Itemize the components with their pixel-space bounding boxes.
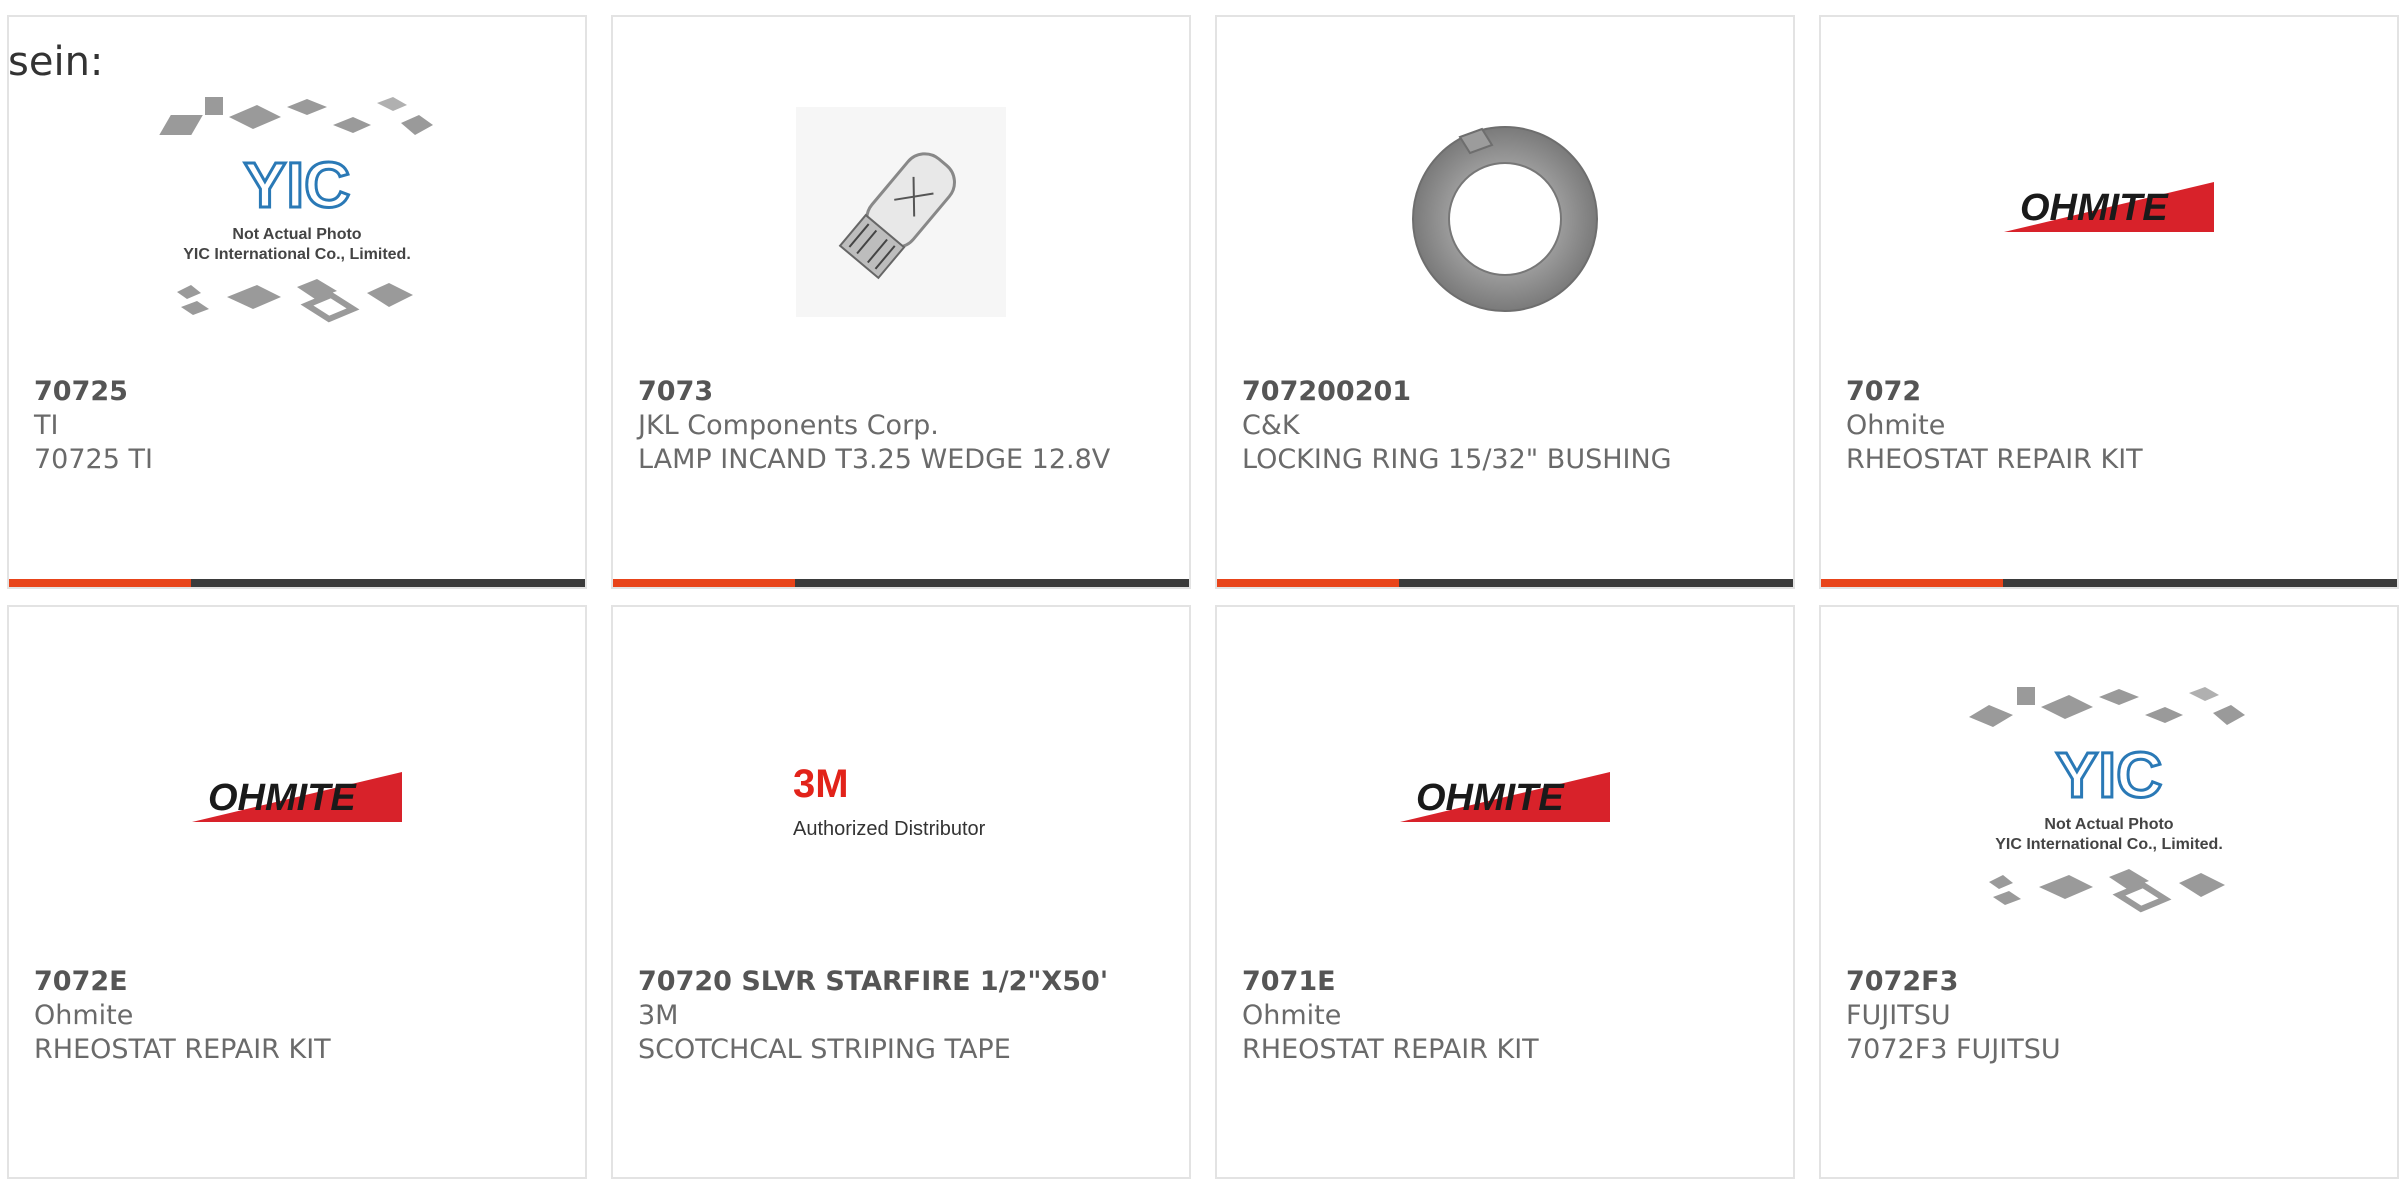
image-caption-line2: YIC International Co., Limited. [1995, 836, 2223, 853]
description: RHEOSTAT REPAIR KIT [1846, 444, 2143, 475]
product-card[interactable]: YIC Not Actual Photo YIC International C… [1819, 605, 2399, 1179]
card-bar [1821, 579, 2397, 587]
yic-placeholder-image: YIC Not Actual Photo YIC International C… [159, 97, 433, 323]
ohmite-logo-image: OHMITE [192, 772, 402, 822]
ohmite-logo: OHMITE [1416, 777, 1565, 819]
ohmite-logo-image: OHMITE [2004, 182, 2214, 232]
product-info: 7072 Ohmite RHEOSTAT REPAIR KIT [1846, 375, 2377, 477]
product-card[interactable]: 3M Authorized Distributor 70720 SLVR STA… [611, 605, 1191, 1179]
product-image[interactable]: YIC Not Actual Photo YIC International C… [1821, 647, 2397, 957]
wedge-lamp-image [796, 107, 1006, 317]
part-number[interactable]: 707200201 [1242, 375, 1773, 409]
manufacturer: Ohmite [34, 1000, 134, 1031]
locking-ring-image [1412, 126, 1598, 312]
manufacturer: JKL Components Corp. [638, 410, 939, 441]
product-info: 7071E Ohmite RHEOSTAT REPAIR KIT [1242, 965, 1773, 1067]
manufacturer: TI [34, 410, 59, 441]
description: 7072F3 FUJITSU [1846, 1034, 2061, 1065]
product-info: 70725 TI 70725 TI [34, 375, 565, 477]
product-card[interactable]: OHMITE 7072 Ohmite RHEOSTAT REPAIR KIT [1819, 15, 2399, 589]
yic-logo: YIC [244, 149, 351, 221]
ohmite-logo-image: OHMITE [1400, 772, 1610, 822]
description: RHEOSTAT REPAIR KIT [34, 1034, 331, 1065]
manufacturer: Ohmite [1846, 410, 1946, 441]
description: LAMP INCAND T3.25 WEDGE 12.8V [638, 444, 1111, 475]
prefix-text: sein: [8, 39, 104, 85]
card-bar-accent [613, 579, 795, 587]
card-bar-accent [9, 579, 191, 587]
yic-logo: YIC [2056, 739, 2163, 811]
part-number[interactable]: 7072E [34, 965, 565, 999]
3m-logo: 3M [793, 762, 849, 806]
product-image[interactable] [613, 57, 1189, 367]
image-caption-line1: Not Actual Photo [232, 226, 361, 243]
product-image[interactable]: YIC Not Actual Photo YIC International C… [9, 57, 585, 367]
description: SCOTCHCAL STRIPING TAPE [638, 1034, 1011, 1065]
description: 70725 TI [34, 444, 153, 475]
ohmite-logo: OHMITE [208, 777, 357, 819]
manufacturer: Ohmite [1242, 1000, 1342, 1031]
part-number[interactable]: 7073 [638, 375, 1169, 409]
part-number[interactable]: 70725 [34, 375, 565, 409]
image-caption-line2: YIC International Co., Limited. [183, 246, 411, 263]
product-card[interactable]: OHMITE 7071E Ohmite RHEOSTAT REPAIR KIT [1215, 605, 1795, 1179]
part-number[interactable]: 7071E [1242, 965, 1773, 999]
manufacturer: FUJITSU [1846, 1000, 1951, 1031]
part-number[interactable]: 7072 [1846, 375, 2377, 409]
product-info: 707200201 C&K LOCKING RING 15/32" BUSHIN… [1242, 375, 1773, 477]
product-image[interactable]: OHMITE [1217, 647, 1793, 957]
description: RHEOSTAT REPAIR KIT [1242, 1034, 1539, 1065]
card-bar-accent [1217, 579, 1399, 587]
product-card[interactable]: OHMITE 7072E Ohmite RHEOSTAT REPAIR KIT [7, 605, 587, 1179]
card-bar-accent [1821, 579, 2003, 587]
card-bar [613, 579, 1189, 587]
card-bar [1217, 579, 1793, 587]
product-info: 70720 SLVR STARFIRE 1/2"X50' 3M SCOTCHCA… [638, 965, 1169, 1067]
product-image[interactable] [1217, 57, 1793, 367]
product-info: 7072F3 FUJITSU 7072F3 FUJITSU [1846, 965, 2377, 1067]
product-card[interactable]: 7073 JKL Components Corp. LAMP INCAND T3… [611, 15, 1191, 589]
product-info: 7072E Ohmite RHEOSTAT REPAIR KIT [34, 965, 565, 1067]
description: LOCKING RING 15/32" BUSHING [1242, 444, 1672, 475]
image-caption-line1: Not Actual Photo [2044, 816, 2173, 833]
product-image[interactable]: 3M Authorized Distributor [613, 647, 1189, 957]
manufacturer: 3M [638, 1000, 679, 1031]
product-image[interactable]: OHMITE [9, 647, 585, 957]
card-bar [9, 579, 585, 587]
product-info: 7073 JKL Components Corp. LAMP INCAND T3… [638, 375, 1169, 477]
manufacturer: C&K [1242, 410, 1300, 441]
authorized-distributor-text: Authorized Distributor [793, 818, 986, 840]
part-number[interactable]: 70720 SLVR STARFIRE 1/2"X50' [638, 965, 1169, 999]
product-image[interactable]: OHMITE [1821, 57, 2397, 367]
product-card[interactable]: YIC Not Actual Photo YIC International C… [7, 15, 587, 589]
product-card[interactable]: 707200201 C&K LOCKING RING 15/32" BUSHIN… [1215, 15, 1795, 589]
part-number[interactable]: 7072F3 [1846, 965, 2377, 999]
3m-logo-image: 3M Authorized Distributor [793, 762, 986, 840]
yic-placeholder-image: YIC Not Actual Photo YIC International C… [1969, 687, 2245, 913]
ohmite-logo: OHMITE [2020, 187, 2169, 229]
